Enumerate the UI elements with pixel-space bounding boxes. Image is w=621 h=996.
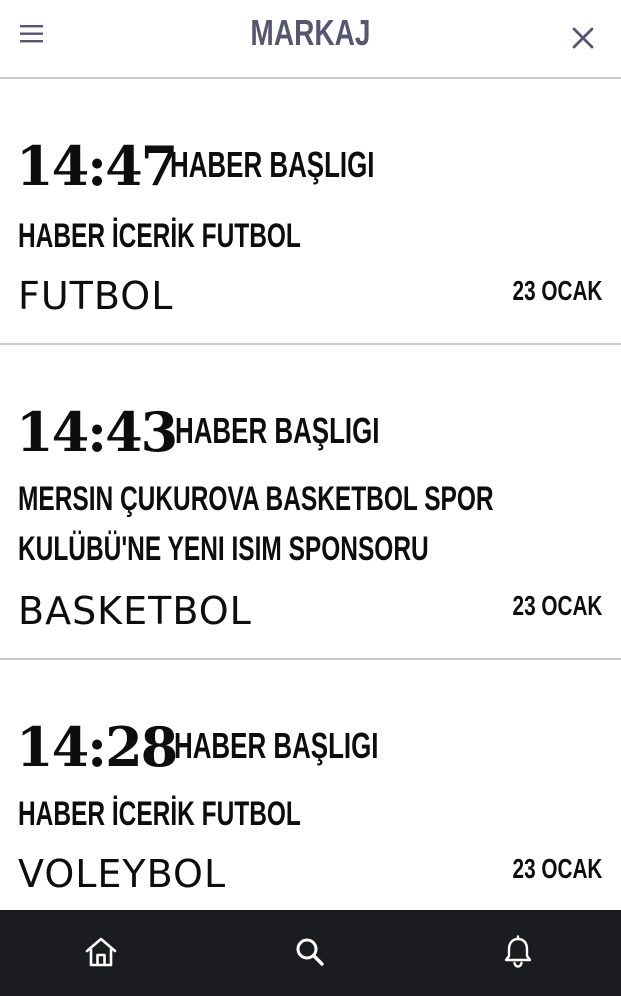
news-summary: HABER İCERİK FUTBOL [18,795,301,833]
bottom-navigation [0,910,621,996]
search-icon [296,938,324,966]
news-category[interactable]: BASKETBOL [18,592,252,630]
news-card[interactable]: 14:47 HABER BAŞLIGI HABER İCERİK FUTBOL … [0,81,621,345]
news-summary: MERSIN ÇUKUROVA BASKETBOL SPOR KULÜBÜ'NE… [18,480,494,568]
news-time: 14:47 [16,134,178,198]
news-card[interactable]: 14:28 HABER BAŞLIGI HABER İCERİK FUTBOL … [0,660,621,920]
bell-icon [504,935,532,968]
search-button[interactable] [292,934,328,970]
close-icon [572,27,594,49]
news-date: 23 OCAK [512,853,602,884]
home-button[interactable] [83,934,119,970]
hamburger-menu-icon [20,25,43,43]
app-logo: MARKAJ [250,12,371,53]
close-button[interactable] [570,25,596,51]
news-headline: HABER BAŞLIGI [175,410,380,451]
menu-button[interactable] [18,22,46,46]
home-icon [85,937,117,967]
news-summary: HABER İCERİK FUTBOL [18,217,301,255]
news-category[interactable]: VOLEYBOL [18,855,226,893]
top-app-bar: MARKAJ [0,0,621,79]
news-category[interactable]: FUTBOL [18,277,173,315]
news-card[interactable]: 14:43 HABER BAŞLIGI MERSIN ÇUKUROVA BASK… [0,345,621,660]
news-time: 14:43 [16,400,178,464]
news-time: 14:28 [16,715,178,779]
news-date: 23 OCAK [512,275,602,306]
news-date: 23 OCAK [512,590,602,621]
news-feed: 14:47 HABER BAŞLIGI HABER İCERİK FUTBOL … [0,81,621,920]
news-headline: HABER BAŞLIGI [170,144,375,185]
notifications-button[interactable] [500,934,536,970]
news-headline: HABER BAŞLIGI [174,725,379,766]
